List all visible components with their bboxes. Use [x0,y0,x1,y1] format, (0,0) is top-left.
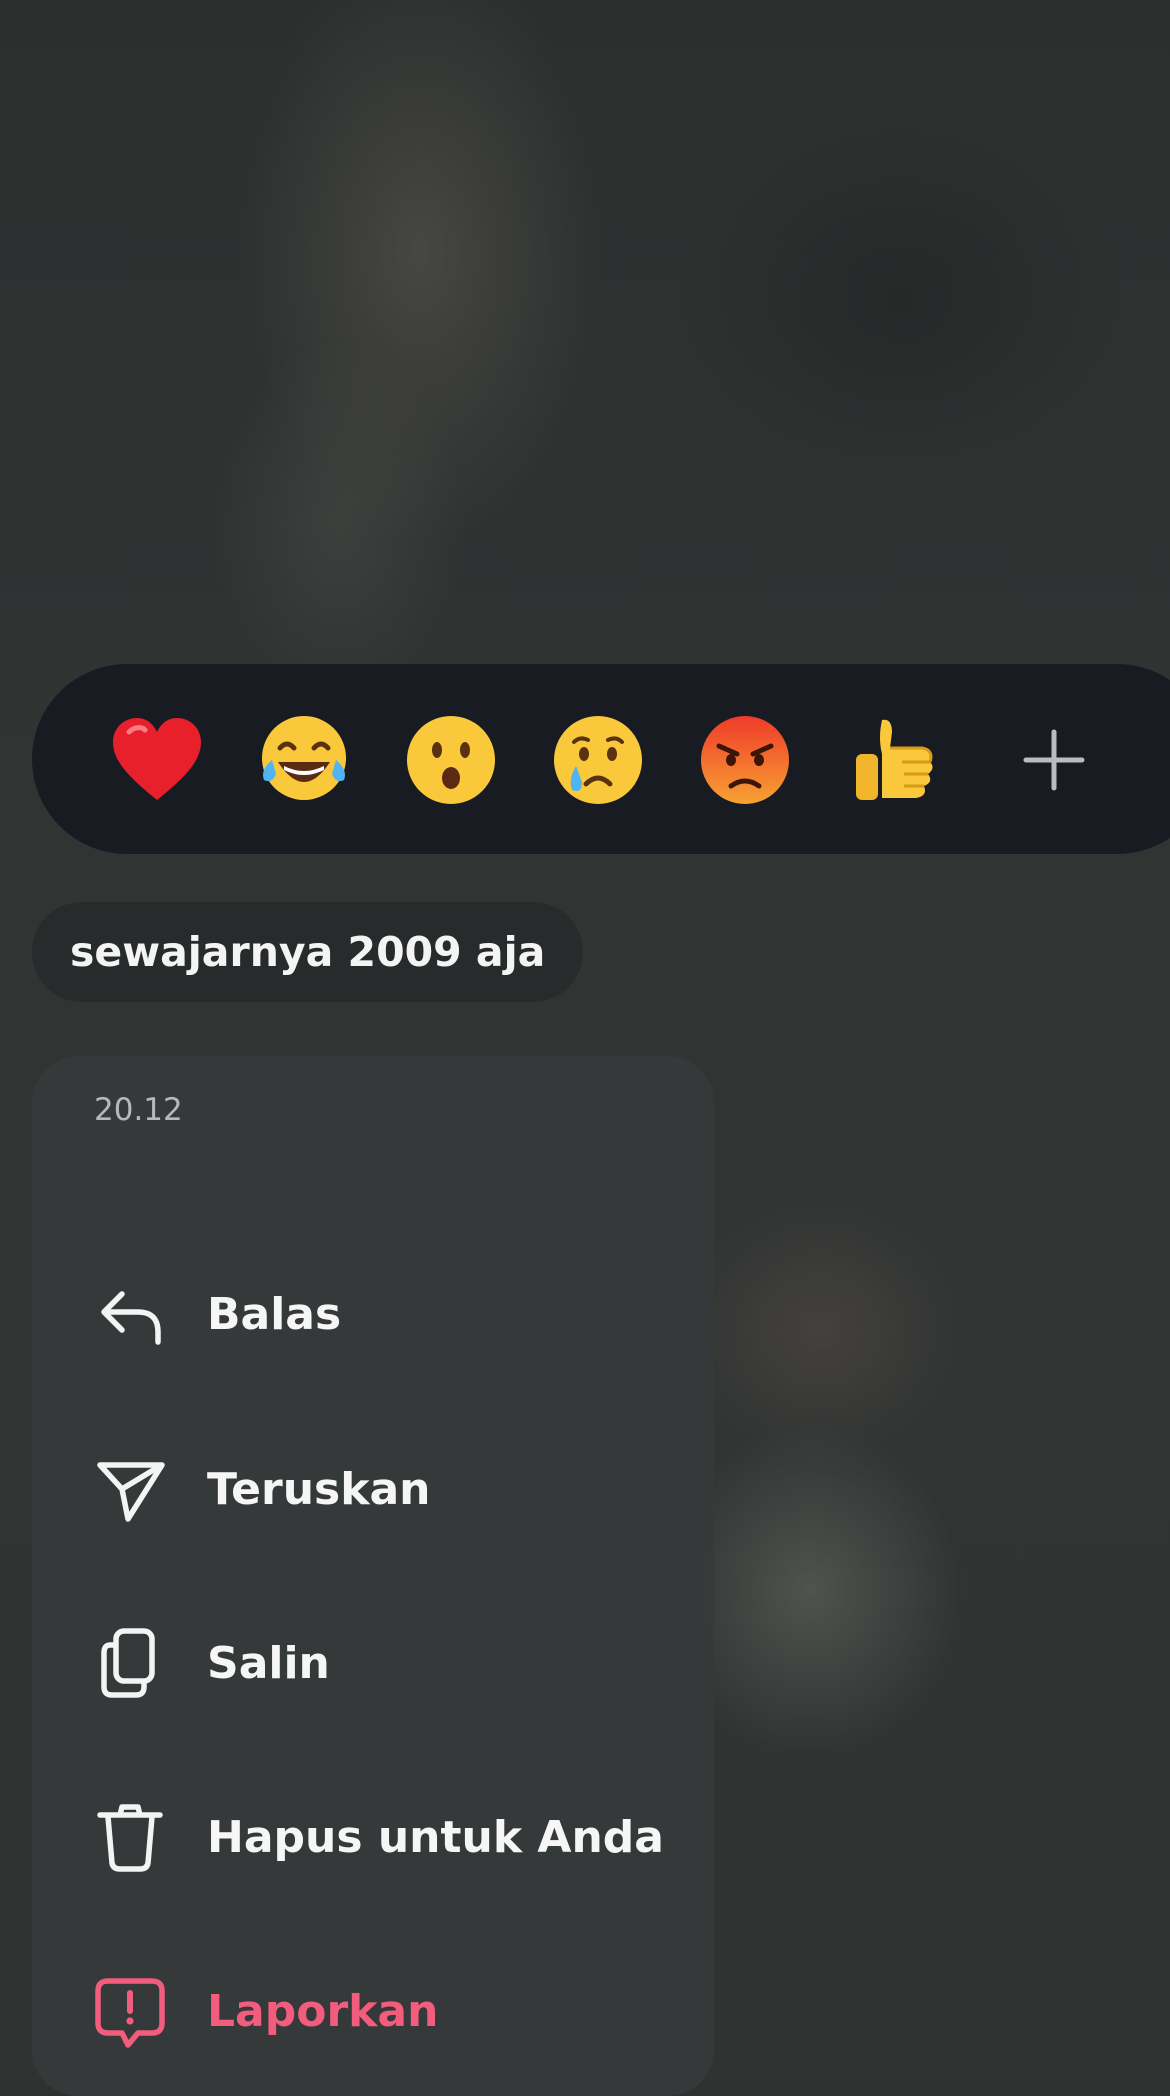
message-bubble[interactable]: sewajarnya 2009 aja [32,902,584,1002]
reaction-bar [32,664,1170,854]
menu-item-reply[interactable]: Balas [32,1239,714,1389]
report-icon [90,1971,170,2051]
menu-item-delete[interactable]: Hapus untuk Anda [32,1762,714,1912]
trash-icon [90,1797,170,1877]
crying-face-emoji[interactable] [548,710,648,810]
message-timestamp: 20.12 [94,1092,183,1128]
surprised-face-emoji[interactable] [401,710,501,810]
copy-icon [90,1623,170,1703]
menu-item-label: Teruskan [207,1463,431,1515]
menu-item-label: Laporkan [207,1985,439,2037]
send-icon [90,1449,170,1529]
menu-item-forward[interactable]: Teruskan [32,1414,714,1564]
plus-icon[interactable] [1014,720,1094,800]
menu-item-label: Salin [207,1637,330,1689]
thumbs-up-emoji[interactable] [842,710,942,810]
menu-item-label: Balas [207,1288,342,1340]
menu-item-report[interactable]: Laporkan [32,1936,714,2086]
angry-face-emoji[interactable] [695,710,795,810]
menu-item-label: Hapus untuk Anda [207,1811,664,1863]
menu-item-copy[interactable]: Salin [32,1588,714,1738]
message-text: sewajarnya 2009 aja [70,928,546,976]
reply-icon [90,1274,170,1354]
message-context-menu: 20.12 Balas Teruskan Salin Hapus untuk A… [32,1056,714,2096]
tears-of-joy-emoji[interactable] [254,710,354,810]
red-heart-emoji[interactable] [107,710,207,810]
